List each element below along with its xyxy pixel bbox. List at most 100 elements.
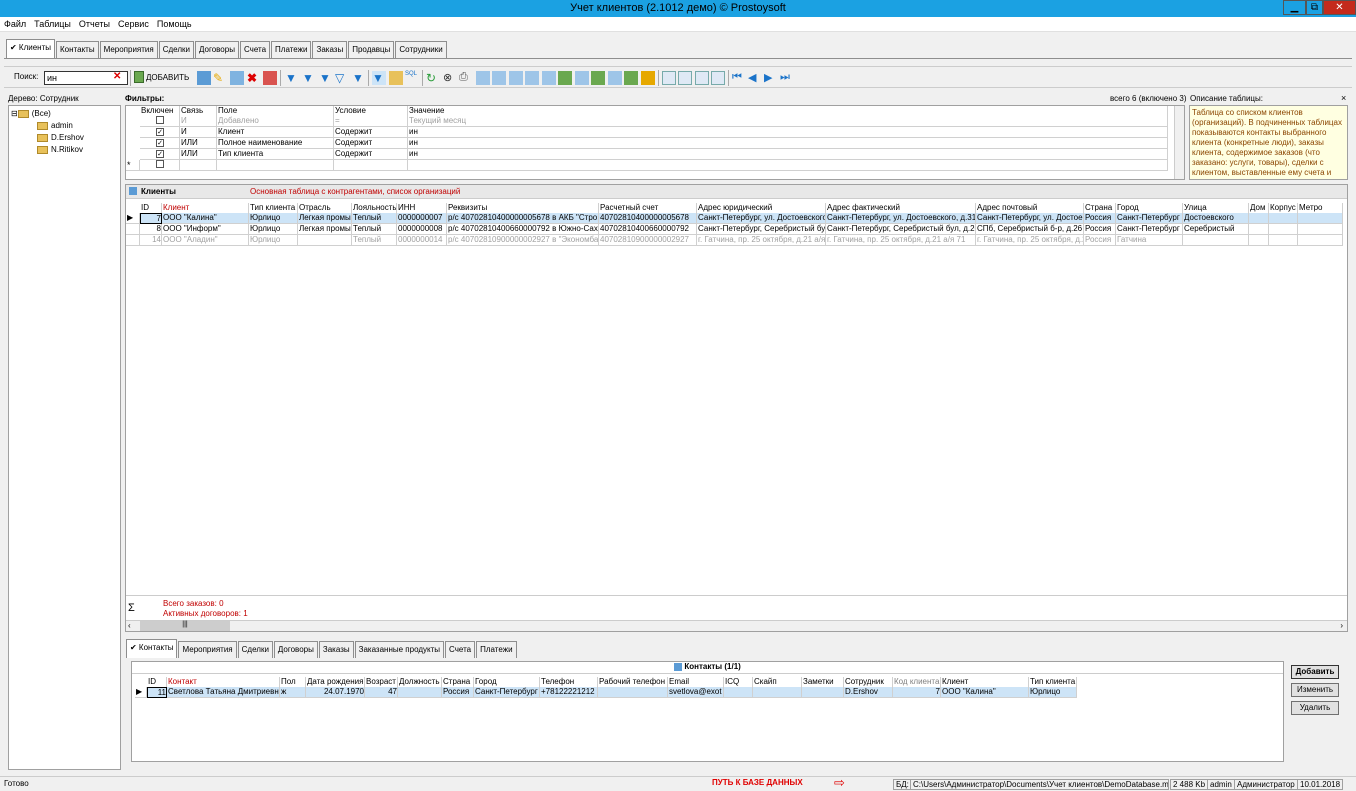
first-record-icon[interactable]: ⏮ (732, 71, 746, 85)
tree-filter-icon[interactable] (389, 71, 403, 85)
col-country[interactable]: Страна (1084, 203, 1116, 213)
col-postal-address[interactable]: Адрес почтовый (976, 203, 1084, 213)
delete-all-icon[interactable] (263, 71, 277, 85)
report2-icon[interactable] (542, 71, 556, 85)
word-icon[interactable] (575, 71, 589, 85)
prev-record-icon[interactable]: ◀ (748, 71, 762, 85)
filter-new-row[interactable]: * (126, 160, 1184, 171)
col-id[interactable]: ID (147, 677, 167, 687)
col-link[interactable]: Связь (180, 106, 217, 116)
filter-row[interactable]: ✓ ИЛИ Тип клиента Содержит ин (140, 149, 1184, 160)
col-city[interactable]: Город (1116, 203, 1183, 213)
filter-checkbox[interactable]: ✓ (156, 150, 164, 158)
filter-field[interactable]: Полное наименование (217, 138, 334, 149)
menu-reports[interactable]: Отчеты (75, 17, 114, 31)
filter-row[interactable]: ✓ ИЛИ Полное наименование Содержит ин (140, 138, 1184, 149)
collapse-icon[interactable]: ⊟ (11, 109, 18, 118)
table-row[interactable]: ▶ 7 ООО "Калина" Юрлицо Легкая промы Теп… (126, 213, 1347, 224)
sql-icon[interactable]: SQL (405, 71, 419, 85)
description-close-icon[interactable]: × (1341, 93, 1346, 103)
col-contact[interactable]: Контакт (167, 677, 280, 687)
col-country[interactable]: Страна (442, 677, 474, 687)
xml-icon[interactable] (624, 71, 638, 85)
subtab-events[interactable]: Мероприятия (178, 641, 237, 658)
tree-item-all[interactable]: ⊟ (Все) (11, 109, 51, 118)
col-email[interactable]: Email (668, 677, 724, 687)
col-client-type[interactable]: Тип клиента (249, 203, 298, 213)
col-street[interactable]: Улица (1183, 203, 1249, 213)
col-work-phone[interactable]: Рабочий телефон (598, 677, 668, 687)
subtab-invoices[interactable]: Счета (445, 641, 476, 658)
col-gender[interactable]: Пол (280, 677, 306, 687)
columns-icon[interactable] (662, 71, 676, 85)
maximize-button[interactable]: ⧉ (1306, 0, 1323, 15)
chart-icon[interactable] (641, 71, 655, 85)
export-icon[interactable] (492, 71, 506, 85)
csv-icon[interactable] (591, 71, 605, 85)
filter-remove-icon[interactable]: ▼ (319, 71, 333, 85)
report-icon[interactable] (525, 71, 539, 85)
col-account[interactable]: Расчетный счет (599, 203, 697, 213)
filter-checkbox[interactable]: ✓ (156, 139, 164, 147)
clear-search-icon[interactable]: ✕ (113, 71, 121, 82)
subtab-ordered-products[interactable]: Заказанные продукты (354, 641, 445, 658)
filter-condition[interactable]: Содержит (334, 127, 408, 138)
subtab-orders[interactable]: Заказы (318, 641, 354, 658)
menu-tables[interactable]: Таблицы (30, 17, 75, 31)
close-button[interactable]: ✕ (1323, 0, 1356, 15)
col-id[interactable]: ID (140, 203, 162, 213)
filter-clear-icon[interactable]: ▽ (335, 71, 349, 85)
minimize-button[interactable]: ▁ (1283, 0, 1306, 15)
filter-value[interactable]: Текущий месяц (408, 116, 1168, 127)
col-building[interactable]: Корпус (1269, 203, 1298, 213)
filter-condition[interactable]: Содержит (334, 149, 408, 160)
filter-link[interactable]: ИЛИ (180, 138, 217, 149)
tree-item-admin[interactable]: admin (37, 121, 73, 130)
col-icq[interactable]: ICQ (724, 677, 753, 687)
col-metro[interactable]: Метро (1298, 203, 1343, 213)
edit-icon[interactable]: ✎ (213, 71, 227, 85)
filter-add-icon[interactable]: ▼ (302, 71, 316, 85)
filter-field[interactable]: Клиент (217, 127, 334, 138)
subtab-payments[interactable]: Платежи (476, 641, 517, 658)
edit-contact-button[interactable]: Изменить (1291, 683, 1339, 697)
subtab-contacts[interactable]: ✔ Контакты (126, 639, 178, 658)
table-row[interactable]: 14 ООО "Аладин" Юрлицо Теплый 0000000014… (126, 235, 1347, 246)
preview-icon[interactable] (476, 71, 490, 85)
col-condition[interactable]: Условие (334, 106, 408, 116)
col-industry[interactable]: Отрасль (298, 203, 352, 213)
menu-file[interactable]: Файл (0, 17, 30, 31)
filter-toggle-icon[interactable]: ▼ (372, 71, 386, 85)
col-legal-address[interactable]: Адрес юридический (697, 203, 826, 213)
col-skype[interactable]: Скайп (753, 677, 802, 687)
col-notes[interactable]: Заметки (802, 677, 844, 687)
scroll-thumb[interactable]: ||| (140, 621, 230, 631)
tab-deals[interactable]: Сделки (158, 41, 194, 58)
tab-contacts[interactable]: Контакты (56, 41, 99, 58)
binoculars-icon[interactable]: ⊗ (443, 71, 457, 85)
menu-service[interactable]: Сервис (114, 17, 153, 31)
col-inn[interactable]: ИНН (397, 203, 447, 213)
tree-item-nritikov[interactable]: N.Ritikov (37, 145, 83, 154)
table-row[interactable]: ▶ 11 Светлова Татьяна Дмитриевн ж 24.07.… (135, 687, 1077, 698)
col-house[interactable]: Дом (1249, 203, 1269, 213)
filter-row[interactable]: ✓ И Клиент Содержит ин (140, 127, 1184, 138)
filter-checkbox[interactable] (156, 160, 164, 168)
col-employee[interactable]: Сотрудник (844, 677, 893, 687)
filter-link[interactable]: И (180, 127, 217, 138)
scroll-left-icon[interactable]: ‹ (128, 621, 131, 630)
clients-hscrollbar[interactable]: ‹ ||| › (126, 620, 1347, 631)
col-field[interactable]: Поле (217, 106, 334, 116)
filter-condition[interactable]: Содержит (334, 138, 408, 149)
subtab-contracts[interactable]: Договоры (273, 641, 318, 658)
sort-icon[interactable] (678, 71, 692, 85)
scroll-right-icon[interactable]: › (1340, 621, 1343, 630)
col-enabled[interactable]: Включен (140, 106, 180, 116)
col-client-code[interactable]: Код клиента (893, 677, 941, 687)
col-actual-address[interactable]: Адрес фактический (826, 203, 976, 213)
menu-help[interactable]: Помощь (153, 17, 196, 31)
filter-link[interactable]: И (180, 116, 217, 127)
last-record-icon[interactable]: ⏭ (780, 71, 794, 85)
filter-icon[interactable]: ▼ (285, 71, 299, 85)
filter-value[interactable]: ин (408, 127, 1168, 138)
